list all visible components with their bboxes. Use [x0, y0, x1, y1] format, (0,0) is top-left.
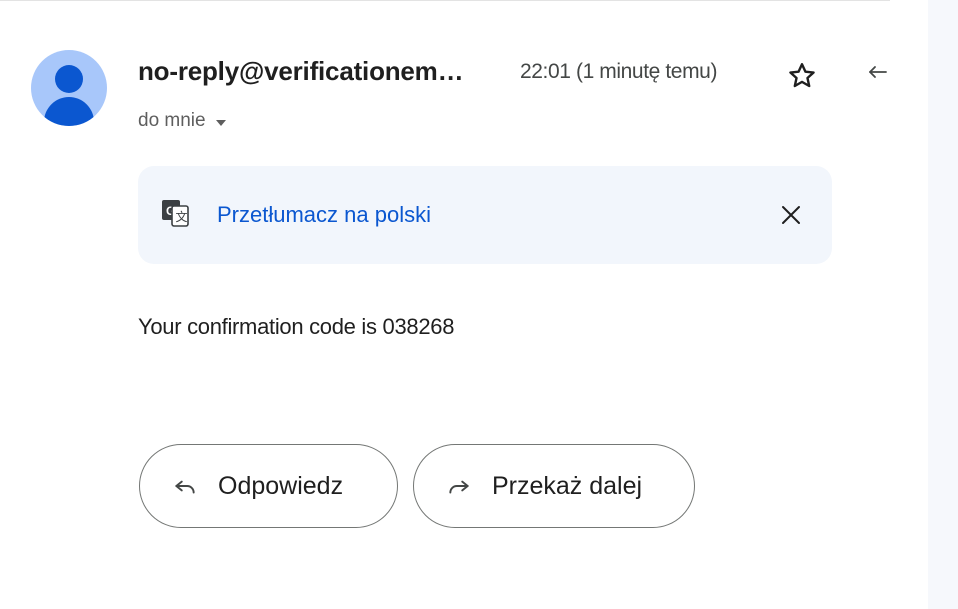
forward-icon: [449, 480, 469, 494]
star-icon[interactable]: [786, 60, 818, 92]
message-time: 22:01 (1 minutę temu): [520, 60, 718, 83]
translate-link[interactable]: Przetłumacz na polski: [217, 202, 431, 228]
message-body: Your confirmation code is 038268: [138, 314, 455, 339]
reply-button-label: Odpowiedz: [218, 471, 344, 500]
chevron-down-icon: [215, 119, 226, 126]
avatar-head-shape: [55, 65, 83, 93]
close-icon[interactable]: [780, 204, 802, 226]
forward-button[interactable]: Przekaż dalej: [413, 444, 695, 528]
forward-button-label: Przekaż dalej: [492, 471, 643, 500]
top-divider: [0, 0, 890, 1]
sender-avatar[interactable]: [31, 50, 107, 126]
translate-icon: G 文: [162, 200, 189, 227]
svg-text:文: 文: [176, 209, 188, 224]
avatar-body-shape: [44, 97, 94, 126]
right-side-panel: [928, 0, 958, 609]
reply-icon: [175, 480, 195, 494]
reply-arrow-icon[interactable]: [866, 60, 890, 84]
sender-address[interactable]: no-reply@verificationem…: [138, 56, 464, 87]
translate-banner: G 文 Przetłumacz na polski: [138, 166, 832, 264]
email-view: no-reply@verificationem… 22:01 (1 minutę…: [0, 0, 958, 609]
recipient-details-toggle[interactable]: do mnie: [138, 110, 226, 132]
recipient-label: do mnie: [138, 110, 206, 131]
reply-button[interactable]: Odpowiedz: [139, 444, 398, 528]
